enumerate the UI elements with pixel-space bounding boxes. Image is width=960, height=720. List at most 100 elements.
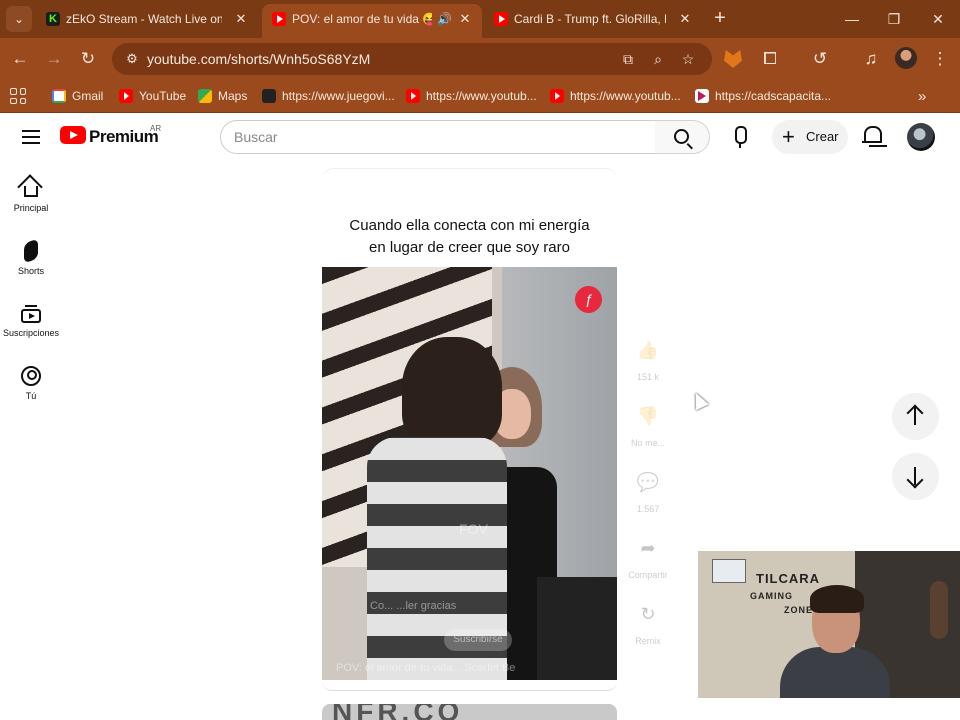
channel-name[interactable]: Co... ...ler gracias xyxy=(370,600,456,612)
url-text[interactable]: youtube.com/shorts/Wnh5oS68YzM xyxy=(147,43,370,75)
zoom-icon[interactable]: ⌕ xyxy=(646,47,670,71)
profile-avatar[interactable] xyxy=(895,47,917,69)
media-control-icon[interactable]: ♫ xyxy=(857,45,885,73)
subscribe-button[interactable]: Suscribirse xyxy=(444,629,512,651)
remix-button[interactable]: ↻ Remix xyxy=(622,594,674,660)
caption-line: en lugar de creer que soy raro xyxy=(369,239,570,256)
search-icon xyxy=(674,129,689,144)
close-tab-icon[interactable]: ✕ xyxy=(456,4,474,34)
dislike-label: No me... xyxy=(630,438,665,448)
apps-grid-icon[interactable] xyxy=(10,88,26,104)
share-label: Compartir xyxy=(628,570,668,580)
site-info-icon[interactable]: ⚙ xyxy=(122,49,142,69)
extensions-icon[interactable]: ⧠ xyxy=(756,45,784,73)
short-video-player[interactable]: ƒ FOV Co... ...ler gracias Suscribirse P… xyxy=(322,267,617,680)
comments-button[interactable]: 💬 1.567 xyxy=(622,462,674,528)
bookmark-label: YouTube xyxy=(139,89,187,103)
previous-short-button[interactable] xyxy=(892,393,939,440)
more-bookmarks-icon[interactable]: » xyxy=(918,80,926,113)
bookmark-juegovi[interactable]: https://www.juegovi... xyxy=(262,80,395,113)
dislike-icon: 👎 xyxy=(636,406,660,426)
caption-line: Cuando ella conecta con mi energía xyxy=(349,217,590,234)
home-icon xyxy=(24,186,38,197)
tab-title: Cardi B - Trump ft. GloRilla, Latt xyxy=(514,12,666,26)
youtube-brand-text[interactable]: Premium xyxy=(89,126,159,148)
close-window-button[interactable]: ✕ xyxy=(916,0,960,38)
reload-button[interactable]: ↻ xyxy=(74,45,102,73)
rail-label: Suscripciones xyxy=(2,328,60,338)
metamask-icon[interactable] xyxy=(724,50,742,68)
bookmark-label: Gmail xyxy=(72,89,104,103)
youtube-icon xyxy=(272,12,286,26)
notifications-bell-icon[interactable] xyxy=(862,126,882,148)
like-button[interactable]: 👍 151 k xyxy=(622,330,674,396)
search-input[interactable] xyxy=(234,121,634,153)
bookmark-label: https://www.juegovi... xyxy=(282,89,395,103)
forward-button[interactable]: → xyxy=(40,45,68,73)
tab-title: zEkO Stream - Watch Live on Ki xyxy=(66,12,222,26)
bookmark-gmail[interactable]: Gmail xyxy=(52,80,103,113)
next-short-text: NFR.CO xyxy=(332,704,464,720)
plus-icon: + xyxy=(782,124,795,149)
tab-kick[interactable]: K zEkO Stream - Watch Live on Ki ✕ xyxy=(36,4,258,34)
sign-line: GAMING xyxy=(750,591,793,601)
create-button[interactable]: + Crear xyxy=(772,120,848,154)
rail-item-suscripciones[interactable]: Suscripciones xyxy=(0,285,62,345)
webcam-overlay: TILCARA GAMING ZONE xyxy=(698,551,960,698)
comment-count: 1.567 xyxy=(636,504,660,514)
create-label: Crear xyxy=(806,129,839,144)
maps-icon xyxy=(198,88,212,103)
short-card-footer xyxy=(322,680,617,691)
kick-icon: K xyxy=(46,12,60,26)
search-button[interactable] xyxy=(655,120,710,154)
menu-kebab-icon[interactable]: ⋮ xyxy=(926,45,954,73)
tab-cardi-b[interactable]: Cardi B - Trump ft. GloRilla, Latt ✕ xyxy=(484,4,702,34)
rail-label: Principal xyxy=(13,203,49,213)
share-button[interactable]: ➦ Compartir xyxy=(622,528,674,594)
dislike-button[interactable]: 👎 No me... xyxy=(622,396,674,462)
bookmark-youtube-link-2[interactable]: https://www.youtub... xyxy=(550,80,681,113)
shorts-icon xyxy=(24,238,38,264)
bookmark-maps[interactable]: Maps xyxy=(198,80,247,113)
back-button[interactable]: ← xyxy=(6,45,34,73)
hamburger-menu-icon[interactable] xyxy=(20,126,42,148)
next-short-preview[interactable]: NFR.CO xyxy=(322,704,617,720)
mouse-cursor-icon xyxy=(689,389,709,411)
speaker-icon[interactable]: 🔊 xyxy=(437,4,452,34)
subscriptions-icon xyxy=(21,305,41,323)
like-icon: 👍 xyxy=(636,340,660,360)
account-avatar[interactable] xyxy=(907,123,935,151)
tab-strip: ⌄ K zEkO Stream - Watch Live on Ki ✕ POV… xyxy=(0,0,960,38)
install-app-icon[interactable]: ⧉ xyxy=(616,47,640,71)
bookmark-label: Maps xyxy=(218,89,248,103)
tab-pov-active[interactable]: POV: el amor de tu vida 😝 🔊 ✕ xyxy=(262,4,482,38)
remix-label: Remix xyxy=(635,636,661,646)
tab-search-button[interactable]: ⌄ xyxy=(6,6,32,32)
next-short-button[interactable] xyxy=(892,453,939,500)
close-tab-icon[interactable]: ✕ xyxy=(232,4,250,34)
search-box xyxy=(220,120,656,154)
restore-button[interactable]: ❐ xyxy=(872,0,916,38)
rail-item-tu[interactable]: Tú xyxy=(0,348,62,408)
short-title-overlay[interactable]: POV: el amor de tu vida... Scarlet Be xyxy=(336,662,515,674)
new-tab-button[interactable]: + xyxy=(708,6,732,32)
rail-item-principal[interactable]: Principal xyxy=(0,160,62,220)
rail-item-shorts[interactable]: Shorts xyxy=(0,223,62,283)
bookmark-label: https://www.youtub... xyxy=(426,89,537,103)
bookmark-youtube[interactable]: YouTube xyxy=(119,80,186,113)
youtube-icon xyxy=(119,88,133,103)
comment-icon: 💬 xyxy=(636,472,660,492)
sign-line: ZONE xyxy=(784,605,814,615)
bookmark-youtube-link-1[interactable]: https://www.youtub... xyxy=(406,80,537,113)
close-tab-icon[interactable]: ✕ xyxy=(676,4,694,34)
bookmark-cadscapacita[interactable]: https://cadscapacita... xyxy=(695,80,831,113)
site-icon xyxy=(262,88,276,103)
minimize-button[interactable]: — xyxy=(830,0,874,38)
address-bar[interactable]: ⚙ youtube.com/shorts/Wnh5oS68YzM ⧉ ⌕ ☆ xyxy=(112,43,712,75)
voice-search-mic-icon[interactable] xyxy=(722,119,758,155)
youtube-logo-icon[interactable] xyxy=(60,126,86,144)
bookmark-star-icon[interactable]: ☆ xyxy=(676,47,700,71)
bookmarks-bar: Gmail YouTube Maps https://www.juegovi..… xyxy=(0,80,960,113)
browser-toolbar: ← → ↻ ⚙ youtube.com/shorts/Wnh5oS68YzM ⧉… xyxy=(0,38,960,80)
history-icon[interactable]: ↺ xyxy=(806,45,834,73)
